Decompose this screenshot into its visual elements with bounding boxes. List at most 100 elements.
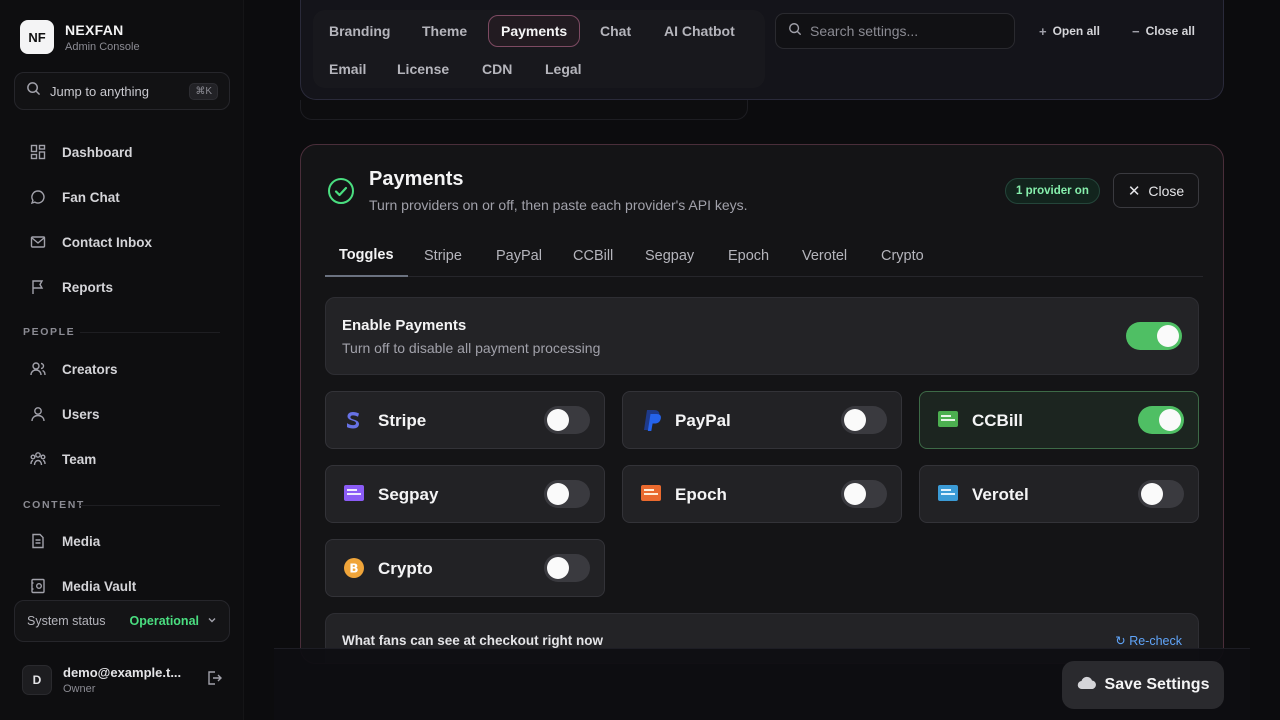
provider-card-paypal: PayPal	[622, 391, 902, 449]
search-input[interactable]	[810, 23, 1000, 39]
close-icon: ✕	[1127, 182, 1141, 200]
recheck-label: Re-check	[1129, 634, 1182, 648]
provider-name: CCBill	[972, 411, 1023, 430]
subtab-epoch[interactable]: Epoch	[714, 235, 783, 277]
close-all-label: Close all	[1145, 24, 1195, 38]
tab-ai-chatbot[interactable]: AI Chatbot	[652, 15, 747, 47]
plus-icon: +	[1039, 23, 1047, 39]
brand[interactable]: NF NEXFAN Admin Console	[20, 20, 140, 54]
settings-tabs: Branding Theme Payments Chat AI Chatbot …	[313, 10, 765, 88]
user-profile[interactable]: D demo@example.t... Owner	[22, 662, 222, 698]
recheck-button[interactable]: ↻ Re-check	[1115, 633, 1182, 648]
team-icon	[30, 451, 46, 467]
subtab-crypto[interactable]: Crypto	[867, 235, 938, 277]
logout-icon[interactable]	[206, 670, 222, 691]
search-box[interactable]	[775, 13, 1015, 49]
sidebar-item-label: Reports	[62, 279, 114, 295]
sidebar-item-dashboard[interactable]: Dashboard	[14, 133, 230, 171]
jump-to-anything-button[interactable]: Jump to anything ⌘K	[14, 72, 230, 110]
ccbill-icon	[938, 410, 958, 430]
stripe-toggle[interactable]	[544, 406, 590, 434]
panel-subtitle: Turn providers on or off, then paste eac…	[369, 197, 748, 213]
sidebar-item-media[interactable]: Media	[14, 522, 230, 560]
verotel-toggle[interactable]	[1138, 480, 1184, 508]
status-badge: 1 provider on	[1005, 178, 1100, 204]
close-label: Close	[1148, 182, 1185, 199]
subtab-ccbill[interactable]: CCBill	[559, 235, 627, 277]
dashboard-icon	[30, 144, 46, 160]
avatar: D	[22, 665, 52, 695]
tab-theme[interactable]: Theme	[410, 15, 479, 47]
sidebar-item-team[interactable]: Team	[14, 440, 230, 478]
payments-panel: Payments Turn providers on or off, then …	[300, 144, 1224, 664]
sidebar-item-creators[interactable]: Creators	[14, 350, 230, 388]
tab-branding[interactable]: Branding	[317, 15, 402, 47]
crypto-toggle[interactable]	[544, 554, 590, 582]
system-status-dropdown[interactable]: System status Operational	[14, 600, 230, 642]
sidebar-item-fan-chat[interactable]: Fan Chat	[14, 178, 230, 216]
sidebar-item-label: Creators	[62, 361, 118, 377]
settings-topbar: Branding Theme Payments Chat AI Chatbot …	[300, 0, 1224, 100]
segpay-toggle[interactable]	[544, 480, 590, 508]
provider-name: Verotel	[972, 485, 1029, 504]
sidebar-item-label: Contact Inbox	[62, 234, 152, 250]
section-label-people: PEOPLE	[23, 326, 76, 338]
previous-panel-edge	[300, 100, 748, 120]
sidebar-item-label: Team	[62, 451, 97, 467]
subtab-verotel[interactable]: Verotel	[788, 235, 861, 277]
stripe-icon	[344, 410, 364, 430]
epoch-icon	[641, 484, 661, 504]
close-all-button[interactable]: − Close all	[1124, 17, 1203, 45]
payment-subtabs: Toggles Stripe PayPal CCBill Segpay Epoc…	[325, 235, 1203, 277]
provider-card-segpay: Segpay	[325, 465, 605, 523]
subtab-segpay[interactable]: Segpay	[631, 235, 708, 277]
paypal-icon	[641, 410, 661, 431]
epoch-toggle[interactable]	[841, 480, 887, 508]
tab-license[interactable]: License	[385, 53, 461, 85]
search-icon	[788, 22, 802, 41]
save-settings-button[interactable]: Save Settings	[1062, 661, 1224, 709]
subtab-stripe[interactable]: Stripe	[410, 235, 476, 277]
sidebar-item-label: Users	[62, 406, 100, 422]
chevron-down-icon	[207, 614, 217, 628]
divider	[80, 505, 220, 506]
minus-icon: −	[1132, 23, 1140, 39]
open-all-button[interactable]: + Open all	[1031, 17, 1108, 45]
user-email: demo@example.t...	[63, 665, 182, 680]
verotel-icon	[938, 484, 958, 504]
sidebar-item-reports[interactable]: Reports	[14, 268, 230, 306]
svg-text:B: B	[349, 562, 358, 576]
tab-legal[interactable]: Legal	[533, 53, 594, 85]
ccbill-toggle[interactable]	[1138, 406, 1184, 434]
provider-name: Stripe	[378, 411, 427, 430]
enable-subtitle: Turn off to disable all payment processi…	[342, 340, 601, 356]
subtab-toggles[interactable]: Toggles	[325, 235, 408, 277]
provider-card-stripe: Stripe	[325, 391, 605, 449]
divider	[80, 332, 220, 333]
subtab-paypal[interactable]: PayPal	[482, 235, 556, 277]
sidebar-item-label: Media	[62, 533, 101, 549]
search-icon	[26, 81, 41, 101]
enable-title: Enable Payments	[342, 317, 467, 334]
sidebar-item-contact-inbox[interactable]: Contact Inbox	[14, 223, 230, 261]
section-label-content: CONTENT	[23, 499, 85, 511]
provider-card-crypto: B Crypto	[325, 539, 605, 597]
close-panel-button[interactable]: ✕ Close	[1113, 173, 1199, 208]
tab-email[interactable]: Email	[317, 53, 378, 85]
brand-name: NEXFAN	[65, 21, 124, 38]
shortcut-hint: ⌘K	[189, 82, 218, 100]
tab-payments[interactable]: Payments	[488, 15, 581, 47]
save-label: Save Settings	[1104, 676, 1210, 693]
segpay-icon	[344, 484, 364, 504]
brand-logo: NF	[20, 20, 54, 54]
chat-bubble-icon	[30, 189, 46, 205]
enable-payments-toggle[interactable]	[1126, 322, 1182, 350]
provider-name: Epoch	[675, 485, 727, 504]
mail-icon	[30, 234, 46, 250]
tab-chat[interactable]: Chat	[588, 15, 643, 47]
sidebar-item-label: Media Vault	[62, 578, 137, 594]
paypal-toggle[interactable]	[841, 406, 887, 434]
sidebar-item-users[interactable]: Users	[14, 395, 230, 433]
vault-icon	[30, 578, 46, 594]
tab-cdn[interactable]: CDN	[470, 53, 524, 85]
